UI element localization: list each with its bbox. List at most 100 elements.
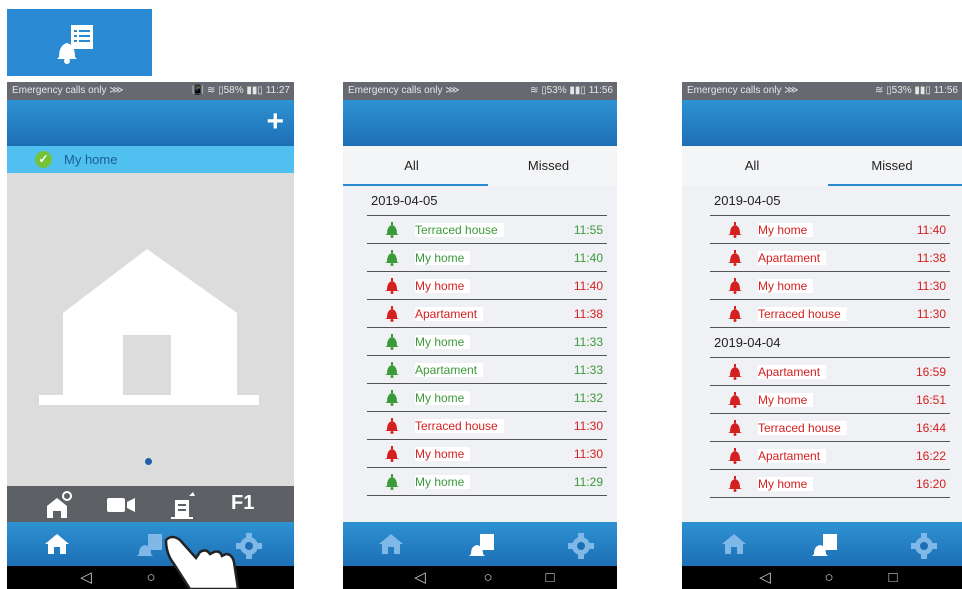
house-icon bbox=[39, 249, 259, 405]
bell-icon bbox=[728, 306, 742, 322]
carrier-status: Emergency calls only ⋙ bbox=[348, 85, 460, 96]
caller-name: Terraced house bbox=[415, 419, 504, 433]
bell-icon bbox=[728, 278, 742, 294]
back-button[interactable]: ◁ bbox=[409, 568, 431, 587]
call-time: 11:30 bbox=[573, 419, 603, 433]
bell-icon bbox=[385, 222, 399, 238]
system-nav-bar: ◁ ○ bbox=[7, 566, 294, 589]
call-entry[interactable]: My home 16:20 bbox=[710, 470, 950, 498]
status-bar: Emergency calls only ⋙ ≋ ▯53% ▮▮▯ 11:56 bbox=[682, 82, 962, 100]
call-entry[interactable]: My home 16:51 bbox=[710, 386, 950, 414]
call-log-icon bbox=[812, 534, 837, 556]
call-entry[interactable]: My home 11:32 bbox=[367, 384, 607, 412]
call-time: 11:30 bbox=[916, 307, 946, 321]
call-time: 11:40 bbox=[573, 251, 603, 265]
call-entry[interactable]: Apartament 11:38 bbox=[710, 244, 950, 272]
caller-name: Apartament bbox=[758, 449, 827, 463]
call-entry[interactable]: Terraced house 11:55 bbox=[367, 216, 607, 244]
caller-name: Apartament bbox=[758, 365, 827, 379]
nav-settings[interactable] bbox=[549, 522, 609, 566]
bell-icon bbox=[728, 392, 742, 408]
caller-name: Apartament bbox=[758, 251, 827, 265]
call-entry[interactable]: My home 11:30 bbox=[710, 272, 950, 300]
call-time: 11:33 bbox=[573, 363, 603, 377]
call-entry[interactable]: My home 11:40 bbox=[367, 244, 607, 272]
pointing-hand-icon bbox=[164, 535, 240, 589]
bottom-nav bbox=[682, 522, 962, 566]
call-log-icon bbox=[57, 25, 93, 64]
tab-all[interactable]: All bbox=[343, 146, 480, 186]
call-entry[interactable]: My home 11:30 bbox=[367, 440, 607, 468]
bottom-nav bbox=[7, 522, 294, 566]
add-device-button[interactable]: + bbox=[266, 107, 284, 137]
nav-call-log[interactable] bbox=[794, 522, 854, 566]
nav-home[interactable] bbox=[359, 522, 419, 566]
tab-missed[interactable]: Missed bbox=[822, 146, 962, 186]
function-f1-button[interactable]: F1 bbox=[231, 492, 254, 515]
camera-icon[interactable] bbox=[101, 486, 141, 522]
caller-name: Apartament bbox=[415, 363, 484, 377]
device-preview[interactable] bbox=[7, 173, 294, 486]
gear-icon bbox=[568, 533, 594, 559]
nav-home[interactable] bbox=[25, 522, 85, 566]
phone-home-screen: Emergency calls only ⋙ 📳 ≋ ▯58% ▮▮▯ 11:2… bbox=[7, 82, 294, 589]
device-name: My home bbox=[64, 152, 118, 167]
call-entry[interactable]: Terraced house 11:30 bbox=[367, 412, 607, 440]
tab-all[interactable]: All bbox=[682, 146, 822, 186]
recents-button[interactable]: □ bbox=[539, 568, 561, 587]
system-home-button[interactable]: ○ bbox=[818, 568, 840, 587]
call-entry[interactable]: My home 11:40 bbox=[710, 216, 950, 244]
phone-call-log-missed: Emergency calls only ⋙ ≋ ▯53% ▮▮▯ 11:56 … bbox=[682, 82, 962, 589]
tab-bar: All Missed bbox=[343, 146, 617, 186]
title-bar: + bbox=[7, 100, 294, 146]
call-time: 11:38 bbox=[916, 251, 946, 265]
call-entry[interactable]: My home 11:33 bbox=[367, 328, 607, 356]
back-button[interactable]: ◁ bbox=[75, 568, 97, 587]
call-entry[interactable]: Terraced house 16:44 bbox=[710, 414, 950, 442]
door-light-icon[interactable] bbox=[167, 486, 203, 522]
call-entry[interactable]: Apartament 11:33 bbox=[367, 356, 607, 384]
call-time: 16:44 bbox=[915, 421, 946, 435]
nav-call-log[interactable] bbox=[451, 522, 511, 566]
bell-icon bbox=[385, 474, 399, 490]
bell-icon bbox=[385, 446, 399, 462]
system-home-button[interactable]: ○ bbox=[477, 568, 499, 587]
gear-icon bbox=[911, 533, 937, 559]
system-status: ≋ ▯53% ▮▮▯ 11:56 bbox=[529, 85, 613, 96]
system-home-button[interactable]: ○ bbox=[140, 568, 162, 587]
caller-name: My home bbox=[415, 335, 471, 349]
device-row[interactable]: ✓ My home bbox=[7, 146, 294, 173]
title-bar bbox=[343, 100, 617, 146]
call-time: 11:30 bbox=[916, 279, 946, 293]
caller-name: My home bbox=[415, 447, 471, 461]
nav-settings[interactable] bbox=[892, 522, 952, 566]
date-header: 2019-04-05 bbox=[710, 186, 950, 216]
call-entry[interactable]: Terraced house 11:30 bbox=[710, 300, 950, 328]
caller-name: My home bbox=[758, 223, 814, 237]
call-time: 11:38 bbox=[573, 307, 603, 321]
bell-icon bbox=[728, 448, 742, 464]
call-entry[interactable]: Apartament 16:22 bbox=[710, 442, 950, 470]
nav-home[interactable] bbox=[702, 522, 762, 566]
back-button[interactable]: ◁ bbox=[754, 568, 776, 587]
status-bar: Emergency calls only ⋙ 📳 ≋ ▯58% ▮▮▯ 11:2… bbox=[7, 82, 294, 100]
bell-icon bbox=[728, 222, 742, 238]
bottom-nav bbox=[343, 522, 617, 566]
call-entry[interactable]: Apartament 11:38 bbox=[367, 300, 607, 328]
call-time: 11:29 bbox=[573, 475, 603, 489]
system-status: 📳 ≋ ▯58% ▮▮▯ 11:27 bbox=[191, 85, 290, 96]
bell-icon bbox=[728, 420, 742, 436]
call-time: 11:55 bbox=[573, 223, 603, 237]
call-time: 16:20 bbox=[915, 477, 946, 491]
recents-button[interactable]: □ bbox=[882, 568, 904, 587]
house-settings-icon[interactable] bbox=[43, 486, 79, 522]
feature-badge bbox=[7, 9, 152, 76]
tab-missed[interactable]: Missed bbox=[480, 146, 617, 186]
status-bar: Emergency calls only ⋙ ≋ ▯53% ▮▮▯ 11:56 bbox=[343, 82, 617, 100]
call-entry[interactable]: My home 11:29 bbox=[367, 468, 607, 496]
caller-name: My home bbox=[415, 251, 471, 265]
title-bar bbox=[682, 100, 962, 146]
call-entry[interactable]: Apartament 16:59 bbox=[710, 358, 950, 386]
function-bar: F1 bbox=[7, 486, 294, 522]
call-entry[interactable]: My home 11:40 bbox=[367, 272, 607, 300]
